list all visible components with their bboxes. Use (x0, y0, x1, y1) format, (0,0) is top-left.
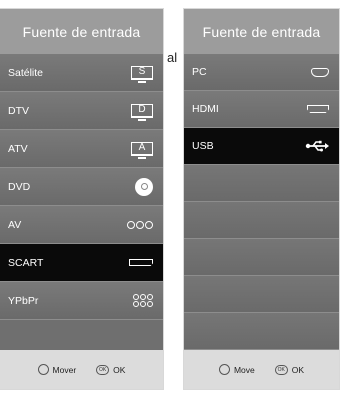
panel-footer: Mover OK OK (0, 350, 163, 389)
source-item-pc[interactable]: PC (184, 54, 339, 91)
source-item-usb[interactable]: USB (184, 128, 339, 165)
dpad-icon (218, 364, 230, 375)
source-item-dvd[interactable]: DVD (0, 168, 163, 206)
disc-icon (135, 177, 153, 196)
source-label: PC (192, 66, 207, 78)
ok-button-icon: OK (274, 364, 288, 375)
icon-glyph: S (138, 66, 146, 77)
panel-title: Fuente de entrada (0, 9, 163, 54)
rca-icon (127, 220, 153, 229)
source-label: Satélite (8, 66, 44, 79)
dpad-icon (37, 364, 49, 375)
source-item-hdmi[interactable]: HDMI (184, 91, 339, 128)
input-source-panel-left: Fuente de entrada Satélite S DTV D ATV A… (0, 9, 163, 389)
source-item-satellite[interactable]: Satélite S (0, 54, 163, 92)
empty-row (184, 276, 339, 313)
source-item-dtv[interactable]: DTV D (0, 92, 163, 130)
input-source-panel-right: Fuente de entrada PC HDMI USB Move OK OK (184, 9, 339, 389)
source-item-av[interactable]: AV (0, 206, 163, 244)
component-icon (133, 294, 153, 307)
source-item-ypbpr[interactable]: YPbPr (0, 282, 163, 320)
move-hint: Mover (37, 364, 77, 375)
source-label: AV (8, 218, 22, 231)
source-label: ATV (8, 142, 28, 155)
atv-box-icon: A (131, 141, 153, 159)
source-label: SCART (8, 256, 44, 269)
panel-footer: Move OK OK (184, 350, 339, 389)
empty-row (184, 165, 339, 202)
source-list: Satélite S DTV D ATV A DVD AV SCART YPbP… (0, 54, 163, 320)
dtv-box-icon: D (131, 103, 153, 121)
vga-icon (311, 67, 329, 77)
satellite-box-icon: S (131, 65, 153, 83)
stray-text: al (167, 50, 178, 65)
empty-row (184, 202, 339, 239)
source-list: PC HDMI USB (184, 54, 339, 350)
move-label: Mover (52, 364, 77, 375)
ok-hint: OK OK (96, 364, 126, 375)
empty-row (184, 239, 339, 276)
source-item-atv[interactable]: ATV A (0, 130, 163, 168)
source-label: YPbPr (8, 294, 39, 307)
panel-title: Fuente de entrada (184, 9, 339, 54)
source-label: HDMI (192, 103, 219, 115)
empty-row (184, 313, 339, 350)
scart-icon (129, 259, 153, 266)
move-label: Move (233, 364, 255, 375)
usb-icon (305, 140, 329, 152)
source-label: USB (192, 140, 214, 152)
ok-label: OK (113, 364, 126, 375)
ok-hint: OK OK (274, 364, 305, 375)
hdmi-icon (307, 105, 329, 113)
source-label: DTV (8, 104, 29, 117)
icon-glyph: A (138, 142, 146, 153)
source-item-scart[interactable]: SCART (0, 244, 163, 282)
ok-label: OK (291, 364, 305, 375)
source-label: DVD (8, 180, 31, 193)
ok-button-icon: OK (96, 364, 110, 375)
icon-glyph: D (138, 104, 146, 115)
move-hint: Move (218, 364, 255, 375)
